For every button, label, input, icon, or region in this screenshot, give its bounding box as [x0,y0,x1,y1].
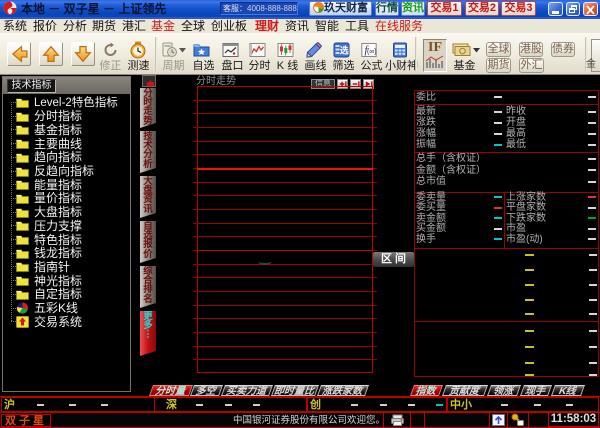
svg-text:(∞): (∞) [367,49,377,56]
svg-text:选: 选 [340,45,349,56]
